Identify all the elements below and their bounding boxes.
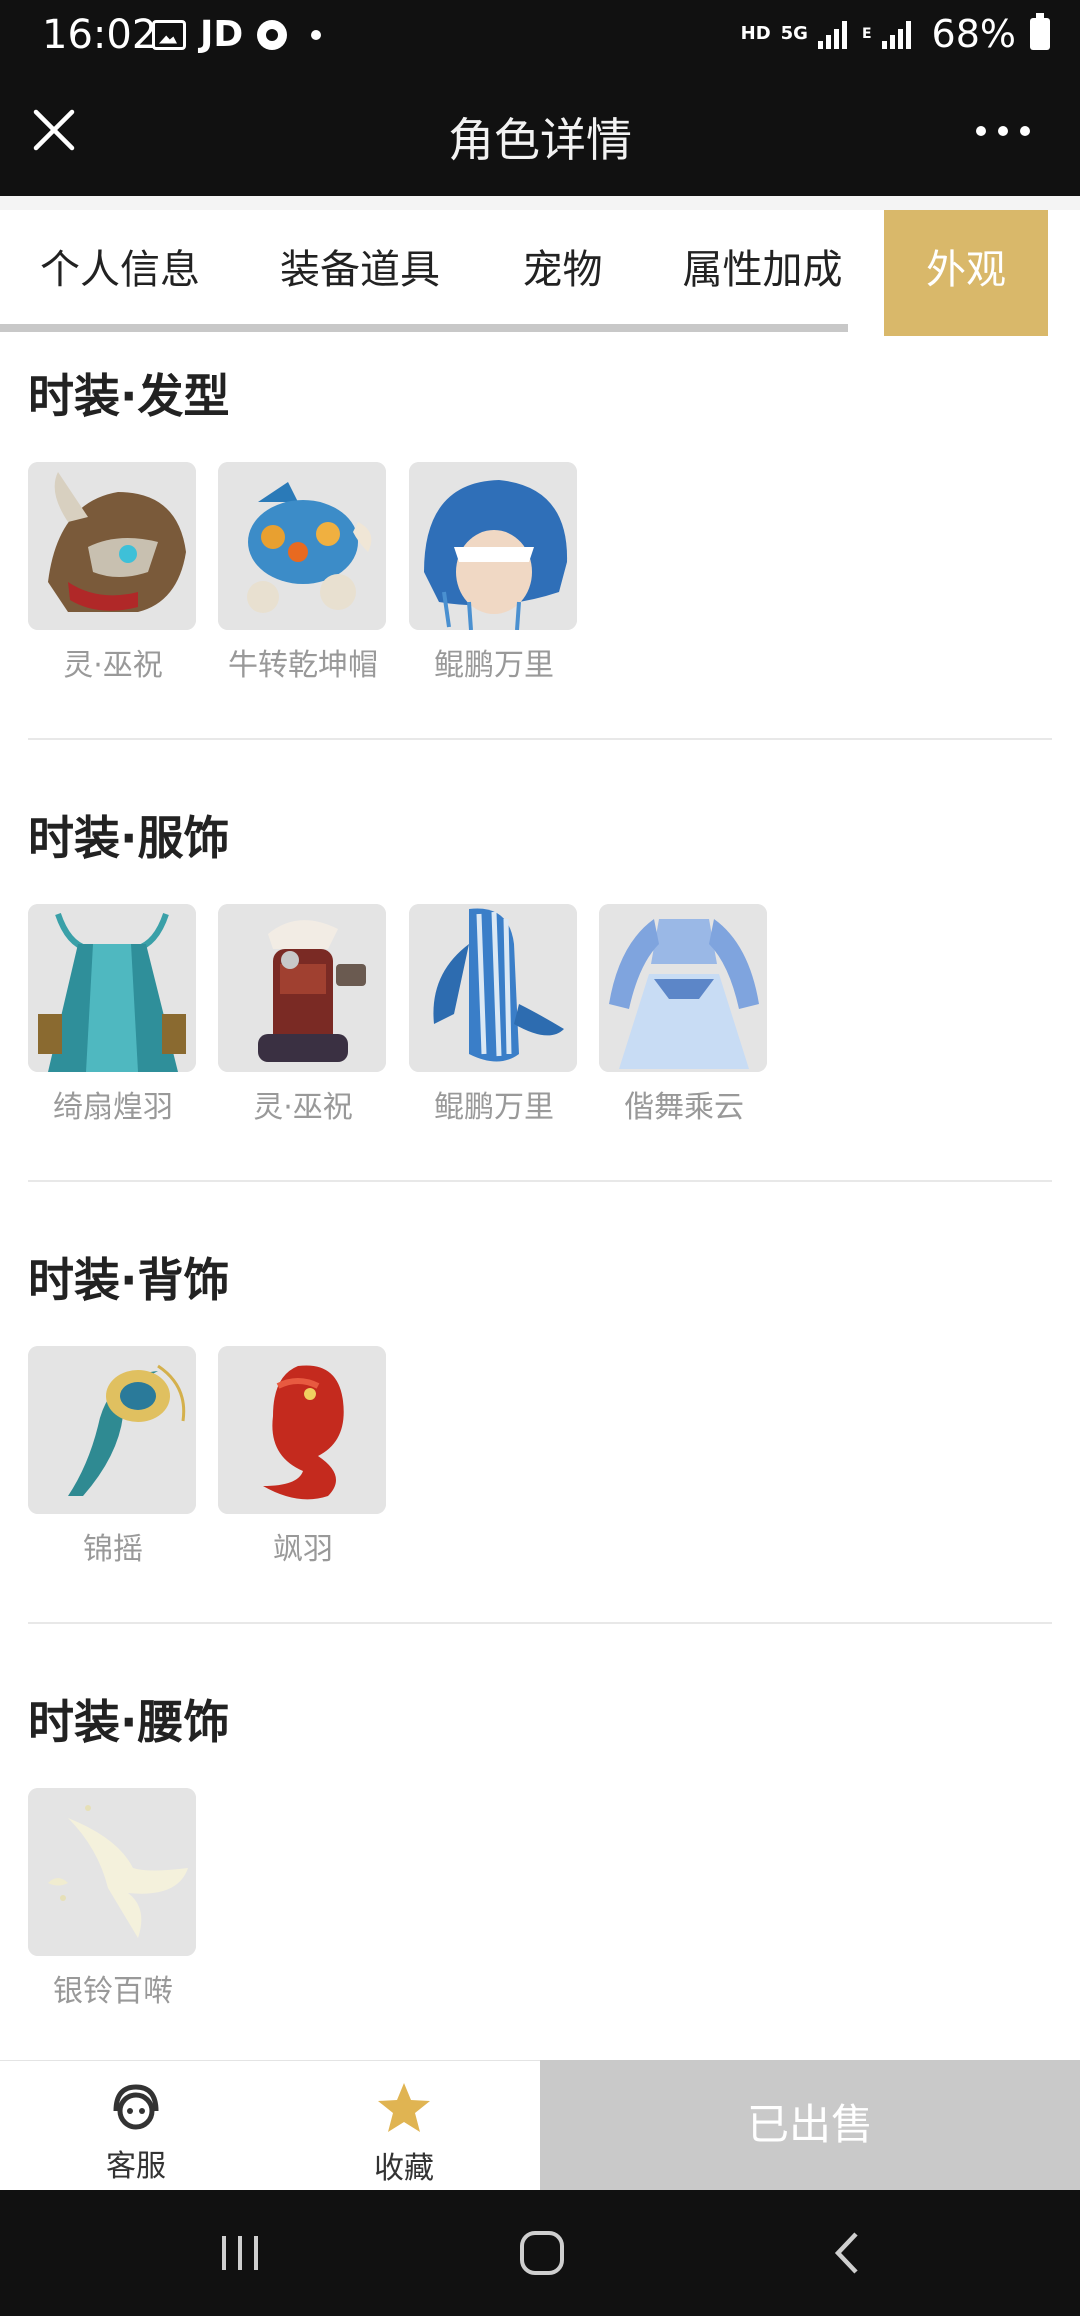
status-time: 16:02 [42,12,158,58]
system-nav-bar [0,2190,1080,2316]
recent-apps-icon [222,2236,258,2270]
item-thumbnail [409,904,577,1072]
item-thumbnail [28,1346,196,1514]
item-thumbnail [28,1788,196,1956]
tab-bar: 个人信息 装备道具 宠物 属性加成 外观 [0,196,1080,336]
signal-icon [817,19,852,49]
item-name: 偕舞乘云 [624,1090,744,1125]
battery-percent: 68% [931,12,1016,56]
item-name: 灵·巫祝 [253,1090,353,1125]
section-divider [28,1622,1052,1624]
back-button[interactable] [818,2226,878,2280]
section-title-clothing: 时装·服饰 [28,811,230,865]
favorite-button[interactable]: 收藏 [324,2081,484,2187]
tab-scroll-indicator [0,324,848,332]
customer-service-button[interactable]: 客服 [56,2081,216,2185]
list-item[interactable]: 鲲鹏万里 [409,462,579,684]
status-right-icons: HD 5G E 68% [741,12,1050,56]
list-item[interactable]: 灵·巫祝 [28,462,198,684]
customer-service-icon [113,2084,159,2130]
gallery-icon [152,19,186,50]
carrier-label: JD [200,14,244,55]
app-notification-icon [257,19,288,50]
item-name: 锦摇 [83,1532,143,1567]
status-bar: 16:02 JD HD 5G E 68% [0,0,1080,78]
customer-service-label: 客服 [106,2149,166,2184]
tab-attributes[interactable]: 属性加成 [645,210,880,336]
item-name: 鲲鹏万里 [434,1090,554,1125]
back-icon [834,2232,858,2274]
item-name: 鲲鹏万里 [434,648,554,683]
item-thumbnail [218,904,386,1072]
list-item[interactable]: 飒羽 [218,1346,388,1568]
tab-pets[interactable]: 宠物 [480,210,645,336]
list-item[interactable]: 银铃百啭 [28,1788,198,2010]
star-icon [378,2083,430,2132]
sold-status-button[interactable]: 已出售 [540,2060,1080,2190]
item-thumbnail [409,462,577,630]
item-name: 飒羽 [273,1532,333,1567]
item-thumbnail [218,1346,386,1514]
battery-icon [1030,13,1050,50]
item-name: 绮扇煌羽 [53,1090,173,1125]
section-title-hairstyle: 时装·发型 [28,369,230,423]
e-label: E [861,26,872,42]
app-header: 角色详情 [0,78,1080,196]
signal-icon-2 [881,19,916,49]
tab-personal-info[interactable]: 个人信息 [0,210,240,336]
item-name: 银铃百啭 [53,1974,173,2009]
item-thumbnail [28,904,196,1072]
more-icon [976,126,986,136]
favorite-label: 收藏 [374,2151,434,2186]
list-item[interactable]: 绮扇煌羽 [28,904,198,1126]
tab-equipment[interactable]: 装备道具 [240,210,480,336]
list-item[interactable]: 灵·巫祝 [218,904,388,1126]
item-name: 灵·巫祝 [63,648,163,683]
list-item[interactable]: 鲲鹏万里 [409,904,579,1126]
5g-label: 5G [780,23,808,44]
recent-apps-button[interactable] [210,2226,270,2280]
section-divider [28,738,1052,740]
hd-label: HD [740,23,771,44]
item-thumbnail [599,904,767,1072]
item-thumbnail [28,462,196,630]
list-item[interactable]: 偕舞乘云 [599,904,769,1126]
item-name: 牛转乾坤帽 [228,648,378,683]
section-title-waist-accessory: 时装·腰饰 [28,1695,230,1749]
status-left-icons: JD [152,14,322,55]
home-button[interactable] [512,2226,572,2280]
list-item[interactable]: 锦摇 [28,1346,198,1568]
section-divider [28,1180,1052,1182]
notification-dot-icon [311,29,322,40]
section-title-back-accessory: 时装·背饰 [28,1253,230,1307]
list-item[interactable]: 牛转乾坤帽 [218,462,388,684]
more-options-button[interactable] [976,126,1030,136]
tab-appearance[interactable]: 外观 [884,210,1048,336]
item-thumbnail [218,462,386,630]
page-title: 角色详情 [448,113,632,167]
home-icon [520,2231,564,2275]
